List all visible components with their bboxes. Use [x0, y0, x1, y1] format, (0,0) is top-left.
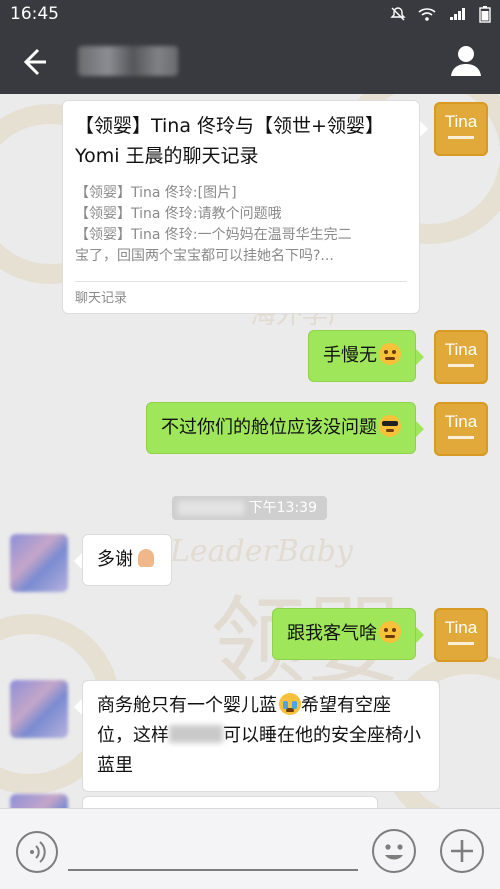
chat-record-label: 聊天记录 [75, 291, 128, 306]
avatar[interactable] [10, 680, 68, 738]
back-arrow-icon[interactable] [16, 44, 52, 80]
input-bar [0, 808, 500, 889]
message-bubble-sent[interactable]: 不过你们的舱位应该没问题 [146, 402, 424, 454]
chat-record-line: 宝了，回国两个宝宝都可以挂她名下吗?... [75, 248, 334, 264]
avatar[interactable]: Tina [434, 608, 488, 662]
timestamp: 下午13:39 [172, 496, 327, 520]
chat-record-line: 【领婴】Tina 佟玲:一个妈妈在温哥华生完二 [75, 227, 352, 243]
chat-area[interactable]: 领婴 LeaderBaby 海外孕产 LeaderBaby 领婴 【领婴】Tin… [0, 94, 500, 808]
message-text: 多谢 [97, 549, 133, 570]
battery-icon [479, 6, 491, 23]
status-bar: 16:45 [0, 0, 500, 28]
crying-emoji-icon [279, 693, 301, 715]
message-text: 手慢无 [323, 345, 377, 366]
divider [75, 281, 407, 282]
avatar[interactable] [10, 534, 68, 592]
message-input[interactable] [68, 829, 358, 871]
status-time: 16:45 [10, 4, 59, 24]
message-text: 跟我客气啥 [287, 623, 377, 644]
voice-button[interactable] [16, 831, 58, 873]
voice-icon [30, 841, 46, 863]
chat-record-title: 【领婴】Tina 佟玲与【领世+领婴】Yomi 王晨的聊天记录 [75, 115, 384, 167]
pray-emoji-icon [135, 547, 157, 569]
avatar[interactable]: Tina [434, 402, 488, 456]
chat-record-line: 【领婴】Tina 佟玲:[图片] [75, 185, 237, 201]
more-button[interactable] [440, 829, 484, 873]
avatar[interactable]: Tina [434, 102, 488, 156]
chat-header [0, 28, 500, 94]
avatar[interactable] [10, 794, 68, 808]
status-icons [390, 5, 492, 23]
signal-icon [450, 8, 465, 20]
chat-title [78, 46, 178, 76]
emoji-button[interactable] [372, 829, 416, 873]
thinking-emoji-icon [379, 621, 401, 643]
chat-record-line: 【领婴】Tina 佟玲:请教个问题哦 [75, 206, 282, 222]
redacted-text [169, 725, 223, 743]
avatar[interactable]: Tina [434, 330, 488, 384]
sunglasses-emoji-icon [379, 415, 401, 437]
chat-record-card[interactable]: 【领婴】Tina 佟玲与【领世+领婴】Yomi 王晨的聊天记录 【领婴】Tina… [62, 100, 428, 314]
profile-icon[interactable] [448, 42, 484, 78]
watermark-en: LeaderBaby [170, 534, 353, 569]
message-bubble-received[interactable]: 商务舱只有一个婴儿蓝 希望有空座位，这样 可以睡在他的安全座椅小蓝里 [74, 680, 440, 792]
wifi-icon [418, 8, 436, 21]
plus-icon [451, 840, 473, 862]
emoji-icon [385, 844, 403, 860]
mute-icon [390, 7, 406, 21]
message-text: 不过你们的舱位应该没问题 [161, 417, 377, 438]
message-bubble-sent[interactable]: 手慢无 [308, 330, 424, 382]
chat-record-preview: 【领婴】Tina 佟玲:[图片] 【领婴】Tina 佟玲:请教个问题哦 【领婴】… [75, 183, 411, 267]
thinking-emoji-icon [379, 343, 401, 365]
message-text: 商务舱只有一个婴儿蓝 [97, 695, 277, 716]
message-bubble-received[interactable]: 多谢 [74, 534, 172, 586]
message-bubble-received[interactable] [82, 796, 378, 808]
message-bubble-sent[interactable]: 跟我客气啥 [272, 608, 424, 660]
